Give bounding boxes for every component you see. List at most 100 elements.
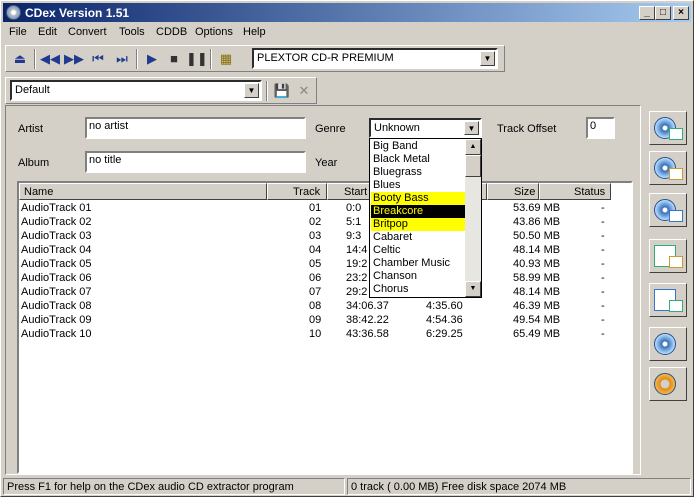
row-name: AudioTrack 03 (21, 230, 92, 242)
profile-select[interactable]: Default ▼ (10, 80, 262, 101)
rewind-icon[interactable]: ◀◀ (40, 50, 60, 68)
next-track-icon[interactable]: ⏭ (112, 50, 132, 68)
extract-to-mp3-button[interactable] (649, 151, 687, 185)
track-offset-input[interactable]: 0 (586, 117, 615, 139)
maximize-button[interactable]: □ (655, 6, 671, 20)
row-track: 10 (309, 328, 322, 340)
genre-option[interactable]: Chorus (371, 283, 466, 296)
table-row[interactable]: AudioTrack 10 10 43:36.58 6:29.25 65.49 MB - (19, 328, 631, 342)
genre-option[interactable]: Bluegrass (371, 166, 466, 179)
main-window: CDex Version 1.51 _ □ × File Edit Conver… (0, 0, 694, 497)
scroll-thumb[interactable] (465, 155, 481, 177)
fast-forward-icon[interactable]: ▶▶ (64, 50, 84, 68)
menu-tools[interactable]: Tools (119, 26, 145, 38)
delete-icon[interactable]: ✕ (294, 82, 314, 100)
pause-icon[interactable]: ❚❚ (186, 50, 208, 68)
menu-help[interactable]: Help (243, 26, 266, 38)
table-row[interactable]: AudioTrack 06 06 23:2 58.99 MB - (19, 272, 631, 286)
title-bar: CDex Version 1.51 _ □ × (3, 3, 691, 22)
genre-option[interactable]: Britpop (371, 218, 466, 231)
record-settings-icon[interactable]: ▦ (216, 50, 236, 68)
table-row[interactable]: AudioTrack 01 01 0:0 53.69 MB - (19, 202, 631, 216)
extract-to-wav-button[interactable] (649, 111, 687, 145)
genre-option[interactable]: Cabaret (371, 231, 466, 244)
column-header-status[interactable]: Status (539, 183, 611, 200)
row-status: - (601, 244, 605, 256)
genre-dropdown-list[interactable]: Big Band Black Metal Bluegrass Blues Booty B… (369, 138, 482, 298)
row-track: 06 (309, 272, 322, 284)
genre-option[interactable]: Breakcore (370, 204, 467, 219)
table-row[interactable]: AudioTrack 07 07 29:2 48.14 MB - (19, 286, 631, 300)
row-size: 40.93 MB (513, 258, 561, 270)
configure-button[interactable] (649, 367, 687, 401)
extract-partial-button[interactable] (649, 193, 687, 227)
table-row[interactable]: AudioTrack 02 02 5:1 43.86 MB - (19, 216, 631, 230)
table-row[interactable]: AudioTrack 04 04 14:4 48.14 MB - (19, 244, 631, 258)
scroll-up-icon[interactable]: ▲ (465, 139, 481, 155)
row-length: 4:35.60 (426, 300, 463, 312)
save-icon[interactable]: 💾 (272, 82, 292, 100)
genre-option[interactable]: Chamber Music (371, 257, 466, 270)
chevron-down-icon[interactable]: ▼ (480, 51, 495, 66)
row-start: 43:36.58 (346, 328, 389, 340)
status-help: Press F1 for help on the CDex audio CD e… (3, 478, 345, 495)
menu-options[interactable]: Options (195, 26, 233, 38)
genre-option[interactable]: Big Band (371, 140, 466, 153)
menu-convert[interactable]: Convert (68, 26, 107, 38)
row-track: 03 (309, 230, 322, 242)
artist-label: Artist (18, 123, 44, 135)
status-bar: Press F1 for help on the CDex audio CD e… (3, 478, 691, 495)
genre-select[interactable]: Unknown ▼ (369, 118, 482, 138)
table-row[interactable]: AudioTrack 09 09 38:42.22 4:54.36 49.54 MB - (19, 314, 631, 328)
table-row[interactable]: AudioTrack 03 03 9:3 50.50 MB - (19, 230, 631, 244)
artist-input-value: no artist (89, 120, 129, 132)
chevron-down-icon[interactable]: ▼ (464, 121, 479, 135)
row-status: - (601, 272, 605, 284)
eject-icon[interactable]: ⏏ (10, 50, 30, 68)
row-status: - (601, 258, 605, 270)
column-header-track[interactable]: Track (267, 183, 327, 200)
cddb-query-button[interactable] (649, 327, 687, 361)
drive-select[interactable]: PLEXTOR CD-R PREMIUM ▼ (252, 48, 498, 69)
toolbar-separator (210, 49, 212, 69)
genre-option[interactable]: Celtic (371, 244, 466, 257)
album-input-value: no title (89, 154, 122, 166)
minimize-button[interactable]: _ (639, 6, 655, 20)
artist-input[interactable]: no artist (85, 117, 306, 139)
row-size: 48.14 MB (513, 286, 561, 298)
genre-option[interactable]: Blues (371, 179, 466, 192)
drive-select-value: PLEXTOR CD-R PREMIUM (257, 52, 394, 64)
menu-edit[interactable]: Edit (38, 26, 57, 38)
row-name: AudioTrack 01 (21, 202, 92, 214)
stop-icon[interactable]: ■ (164, 50, 184, 68)
menu-cddb[interactable]: CDDB (156, 26, 187, 38)
row-name: AudioTrack 02 (21, 216, 92, 228)
convert-wav-button[interactable] (649, 239, 687, 273)
chevron-down-icon[interactable]: ▼ (244, 83, 259, 98)
row-size: 49.54 MB (513, 314, 561, 326)
row-size: 53.69 MB (513, 202, 561, 214)
play-icon[interactable]: ▶ (142, 50, 162, 68)
track-list[interactable]: Name Track Start Size Status AudioTrack … (17, 181, 633, 474)
row-status: - (601, 230, 605, 242)
convert-compressed-button[interactable] (649, 283, 687, 317)
menu-file[interactable]: File (9, 26, 27, 38)
column-header-size[interactable]: Size (487, 183, 539, 200)
row-status: - (601, 314, 605, 326)
genre-option[interactable]: Chanson (371, 270, 466, 283)
table-row[interactable]: AudioTrack 08 08 34:06.37 4:35.60 46.39 MB - (19, 300, 631, 314)
row-start: 29:2 (346, 286, 368, 298)
genre-option[interactable]: Black Metal (371, 153, 466, 166)
column-header-name[interactable]: Name (19, 183, 267, 200)
player-toolbar: ⏏ ◀◀ ▶▶ ⏮ ⏭ ▶ ■ ❚❚ ▦ PLEXTOR CD-R PREMIU… (5, 45, 505, 72)
scroll-down-icon[interactable]: ▼ (465, 281, 481, 297)
row-track: 04 (309, 244, 322, 256)
album-input[interactable]: no title (85, 151, 306, 173)
previous-track-icon[interactable]: ⏮ (88, 50, 108, 68)
row-track: 02 (309, 216, 322, 228)
table-row[interactable]: AudioTrack 05 05 19:2 40.93 MB - (19, 258, 631, 272)
row-length: 6:29.25 (426, 328, 463, 340)
close-button[interactable]: × (673, 6, 689, 20)
dropdown-scrollbar[interactable]: ▲ ▼ (465, 139, 481, 297)
genre-option[interactable]: Booty Bass (371, 192, 466, 205)
